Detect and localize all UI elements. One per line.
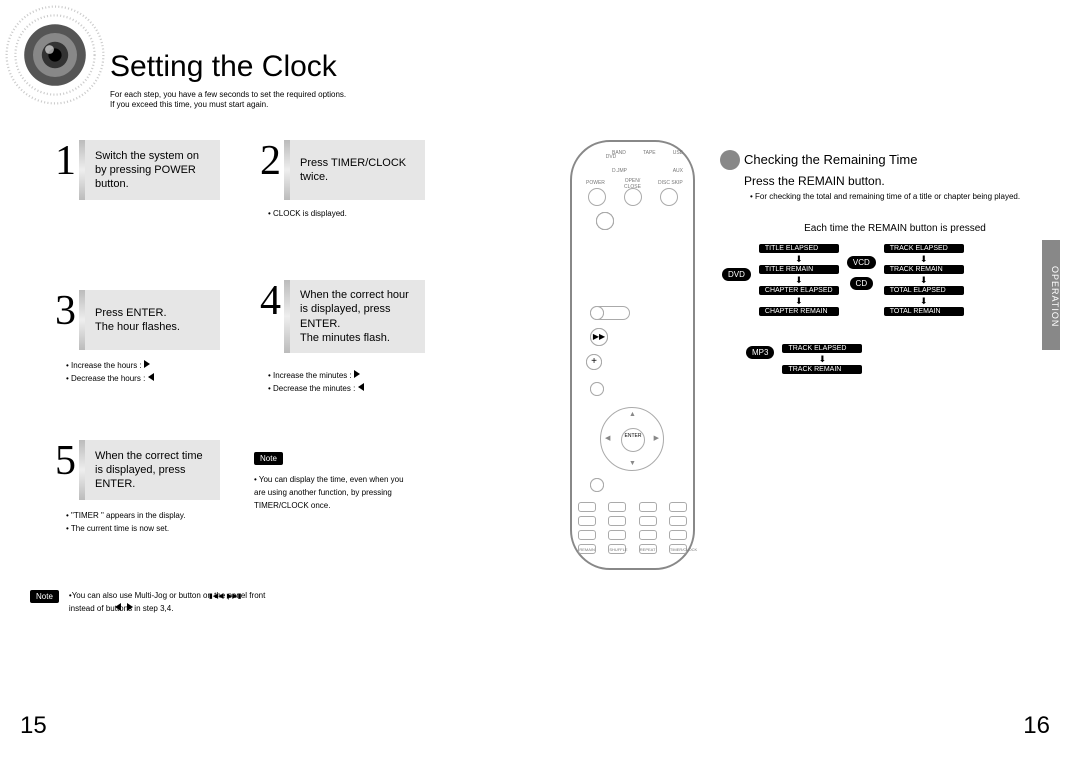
down-arrow-icon: ⬇	[795, 276, 803, 284]
step-2: 2 Press TIMER/CLOCK twice.	[260, 140, 425, 200]
remote-dvd-btn	[586, 154, 600, 166]
remote-power-btn	[588, 188, 606, 206]
right-arrow-icon	[354, 370, 360, 378]
page-number-left: 15	[20, 712, 47, 740]
down-arrow-icon: ⬇	[920, 276, 928, 284]
left-arrow-icon	[148, 373, 154, 381]
right-arrow-icon	[144, 360, 150, 368]
side-note: Note • You can display the time, even wh…	[254, 448, 404, 512]
left-arrow-icon	[358, 383, 364, 391]
remain-flow-mp3: MP3 TRACK ELAPSED⬇ TRACK REMAIN	[720, 342, 1070, 376]
step-5: 5 When the correct time is displayed, pr…	[55, 440, 220, 500]
step-4-notes: • Increase the minutes : • Decrease the …	[268, 370, 364, 396]
speaker-logo	[0, 0, 110, 110]
page-title: Setting the Clock	[110, 50, 337, 84]
left-arrow-icon	[115, 603, 121, 611]
right-arrow-icon	[127, 603, 133, 611]
down-arrow-icon: ⬇	[819, 355, 827, 363]
down-arrow-icon: ⬇	[795, 297, 803, 305]
page-subtitle: For each step, you have a few seconds to…	[110, 90, 346, 111]
step-3: 3 Press ENTER. The hour flashes.	[55, 290, 220, 350]
skip-back-icon: ▮◀◀	[209, 591, 224, 602]
step-5-notes: • "TIMER " appears in the display. • The…	[66, 510, 186, 536]
remote-remain-btn: REMAIN	[578, 544, 596, 554]
manual-page-right: OPERATION DVD BAND TAPE USB D.JMP AUX	[540, 10, 1060, 750]
remain-cycle-heading: Each time the REMAIN button is pressed	[720, 223, 1070, 234]
down-arrow-icon: ⬇	[920, 255, 928, 263]
step-1: 1 Switch the system on by pressing POWER…	[55, 140, 220, 200]
remote-open-btn	[624, 188, 642, 206]
step-3-notes: • Increase the hours : • Decrease the ho…	[66, 360, 154, 386]
remote-disc-btn	[660, 188, 678, 206]
down-arrow-icon: ⬇	[920, 297, 928, 305]
remote-enter-btn: ENTER	[621, 428, 645, 452]
checking-remaining-time: Checking the Remaining Time Press the RE…	[720, 150, 1070, 376]
note-badge: Note	[30, 590, 59, 603]
remote-illustration: DVD BAND TAPE USB D.JMP AUX POWER OPEN/ …	[570, 140, 695, 570]
bullet-circle-icon	[720, 150, 740, 170]
remote-dpad: ENTER ▲ ▼ ◀ ▶	[600, 407, 664, 471]
step-2-note: • CLOCK is displayed.	[268, 208, 347, 221]
page-number-right: 16	[1023, 712, 1050, 740]
skip-fwd-icon: ▶▶▮	[227, 591, 242, 602]
step-4: 4 When the correct hour is displayed, pr…	[260, 280, 425, 353]
bottom-note: Note •You can also use Multi-Jog or butt…	[30, 590, 429, 616]
down-arrow-icon: ⬇	[795, 255, 803, 263]
remain-flow-dvd-vcd: DVD TITLE ELAPSED⬇ TITLE REMAIN⬇ CHAPTER…	[720, 242, 1070, 318]
manual-page-left: Setting the Clock For each step, you hav…	[10, 10, 530, 750]
note-badge: Note	[254, 452, 283, 465]
